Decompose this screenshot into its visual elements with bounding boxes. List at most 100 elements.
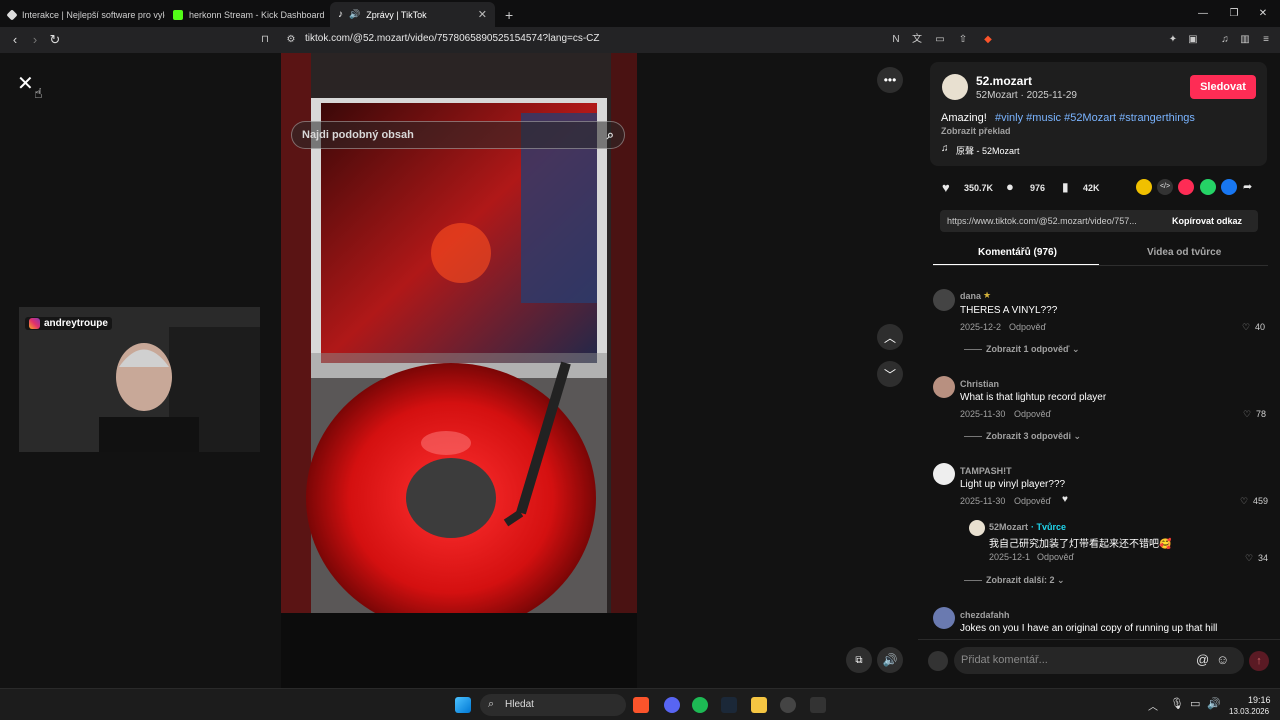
reply-button[interactable]: Odpověď xyxy=(1014,409,1051,419)
share-link-text[interactable]: https://www.tiktok.com/@52.mozart/video/… xyxy=(947,216,1137,226)
post-comment-button[interactable]: ↑ xyxy=(1249,651,1269,671)
view-replies-button[interactable]: Zobrazit 1 odpověď ⌄ xyxy=(964,344,1080,355)
app-icon[interactable] xyxy=(780,697,796,713)
comment-count: 976 xyxy=(1030,183,1046,193)
avatar[interactable] xyxy=(933,463,955,485)
avatar[interactable] xyxy=(933,376,955,398)
tab-kick-dashboard[interactable]: herkonn Stream - Kick Dashboard xyxy=(165,2,330,27)
tab-comments[interactable]: Komentářů (976) xyxy=(978,247,1057,258)
tab-close-icon[interactable]: ✕ xyxy=(478,8,487,21)
discord-icon[interactable] xyxy=(664,697,680,713)
tab-interakce[interactable]: Interakce | Nejlepší software pro vyle xyxy=(0,2,165,27)
tab-tiktok[interactable]: ♪ 🔊 Zprávy | TikTok ✕ xyxy=(330,2,495,27)
brave-shield-icon[interactable]: ◆ xyxy=(981,33,995,47)
author-avatar[interactable] xyxy=(942,74,968,100)
site-info-icon[interactable]: ⚙ xyxy=(284,33,298,47)
bookmark-icon[interactable]: ⊓ xyxy=(258,33,272,47)
avatar[interactable] xyxy=(933,289,955,311)
follow-button[interactable]: Sledovat xyxy=(1190,75,1256,99)
sidebar-icon[interactable]: ▥ xyxy=(1238,33,1252,47)
microphone-icon[interactable]: 🎙 xyxy=(1170,697,1184,710)
comment-text: What is that lightup record player xyxy=(960,392,1107,403)
speaker-icon[interactable]: 🔊 xyxy=(1207,697,1221,710)
search-icon: ⌕ xyxy=(488,698,495,710)
webcam-handle-badge: andreytroupe xyxy=(25,317,112,330)
repost-icon[interactable] xyxy=(1136,179,1152,195)
caption-hashtags[interactable]: #vinly #music #52Mozart #strangerthings xyxy=(995,112,1195,124)
volume-icon[interactable]: 🔊 xyxy=(877,647,903,673)
wallet-icon[interactable]: ▣ xyxy=(1186,33,1200,47)
search-icon[interactable]: ⌕ xyxy=(607,127,614,143)
mention-icon[interactable]: @ xyxy=(1196,652,1209,667)
view-more-replies-button[interactable]: Zobrazit další: 2 ⌄ xyxy=(964,575,1065,586)
window-close-icon[interactable]: ✕ xyxy=(1246,0,1280,27)
comment-like-icon[interactable]: ♡ xyxy=(1242,322,1250,333)
next-video-icon[interactable]: ﹀ xyxy=(877,361,903,387)
comment-like-icon[interactable]: ♡ xyxy=(1245,553,1253,564)
clock-time[interactable]: 19:16 xyxy=(1248,695,1271,705)
picture-in-picture-icon[interactable]: ⧉ xyxy=(846,647,872,673)
reply-button[interactable]: Odpověď xyxy=(1014,496,1051,506)
more-options-icon[interactable]: ••• xyxy=(877,67,903,93)
share-more-icon[interactable]: ➦ xyxy=(1243,180,1252,193)
forward-icon[interactable]: › xyxy=(25,32,45,47)
avatar[interactable] xyxy=(969,520,985,536)
tab-divider xyxy=(933,265,1268,266)
close-video-icon[interactable]: ✕ xyxy=(17,71,34,96)
whatsapp-icon[interactable] xyxy=(1200,179,1216,195)
comment-username[interactable]: TAMPASH!T xyxy=(960,466,1012,476)
reply-button[interactable]: Odpověď xyxy=(1037,552,1074,562)
extensions-icon[interactable]: ✦ xyxy=(1166,33,1180,47)
back-icon[interactable]: ‹ xyxy=(5,32,25,47)
share-icon[interactable]: ⇧ xyxy=(956,33,970,47)
comment-text: Jokes on you I have an original copy of … xyxy=(960,623,1218,634)
network-icon[interactable]: ▭ xyxy=(1190,697,1200,710)
show-translation-link[interactable]: Zobrazit překlad xyxy=(941,126,1011,136)
app-icon[interactable] xyxy=(810,697,826,713)
clock-date[interactable]: 13.03.2026 xyxy=(1229,707,1269,716)
spotify-icon[interactable] xyxy=(692,697,708,713)
comment-username[interactable]: Christian xyxy=(960,379,999,389)
steam-icon[interactable] xyxy=(721,697,737,713)
comment-like-icon[interactable]: ♡ xyxy=(1243,409,1251,420)
menu-icon[interactable]: ≡ xyxy=(1259,33,1273,47)
emoji-icon[interactable]: ☺ xyxy=(1216,652,1229,667)
sound-title[interactable]: 原聲 - 52Mozart xyxy=(956,144,1020,157)
reader-mode-icon[interactable]: N xyxy=(889,33,903,47)
file-explorer-icon[interactable] xyxy=(751,697,767,713)
reply-username[interactable]: 52Mozart xyxy=(989,522,1028,532)
comment-username[interactable]: dana xyxy=(960,291,981,301)
tab-title: Interakce | Nejlepší software pro vyle xyxy=(22,9,165,20)
windows-start-icon[interactable] xyxy=(455,697,471,713)
tab-creator-videos[interactable]: Videa od tvůrce xyxy=(1147,247,1221,258)
send-icon[interactable] xyxy=(1178,179,1194,195)
search-input[interactable]: Najdi podobný obsah xyxy=(302,129,414,141)
save-icon[interactable]: ▮ xyxy=(1062,180,1069,194)
embed-icon[interactable]: </> xyxy=(1157,179,1173,195)
comment-username[interactable]: chezdafahh xyxy=(960,610,1010,620)
interakce-favicon-icon xyxy=(6,8,18,21)
brave-icon[interactable] xyxy=(633,697,649,713)
reply-button[interactable]: Odpověď xyxy=(1009,322,1046,332)
comment-icon[interactable]: ● xyxy=(1006,179,1014,194)
translate-icon[interactable]: 文 xyxy=(910,33,924,47)
author-name[interactable]: 52.mozart xyxy=(976,74,1032,88)
previous-video-icon[interactable]: ︿ xyxy=(877,324,903,350)
new-tab-button[interactable]: + xyxy=(495,2,523,27)
comment-like-count: 459 xyxy=(1253,496,1269,506)
media-icon[interactable]: ♫ xyxy=(1218,33,1232,47)
copy-link-button[interactable]: Kopírovat odkaz xyxy=(1172,216,1242,226)
facebook-icon[interactable] xyxy=(1221,179,1237,195)
view-replies-button[interactable]: Zobrazit 3 odpovědi ⌄ xyxy=(964,431,1081,442)
comment-like-icon[interactable]: ♡ xyxy=(1240,496,1248,507)
cast-icon[interactable]: ▭ xyxy=(933,33,947,47)
minimize-icon[interactable]: — xyxy=(1186,0,1220,27)
comment-input[interactable]: Přidat komentář... @ ☺ xyxy=(954,647,1244,674)
avatar[interactable] xyxy=(933,607,955,629)
similar-content-search[interactable]: Najdi podobný obsah ⌕ xyxy=(291,121,625,149)
taskbar-search[interactable]: ⌕ Hledat xyxy=(480,694,626,716)
url-field[interactable]: tiktok.com/@52.mozart/video/757806589052… xyxy=(305,33,600,44)
like-icon[interactable]: ♥ xyxy=(942,180,950,195)
tray-overflow-icon[interactable]: ︿ xyxy=(1148,698,1158,713)
reload-icon[interactable]: ↻ xyxy=(45,32,65,48)
